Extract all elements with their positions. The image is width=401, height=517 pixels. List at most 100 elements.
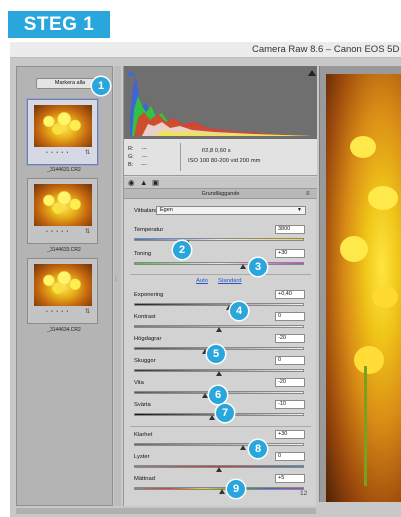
vibrance-slider-handle[interactable] — [216, 467, 222, 472]
temperature-input[interactable]: 3800 — [275, 225, 305, 234]
page-indicator: 12 — [300, 490, 308, 497]
white-balance-select[interactable]: Egen ▼ — [156, 206, 306, 215]
filmstrip-splitter[interactable]: ⁞ — [114, 66, 121, 506]
rating-stars[interactable]: • • • • • — [46, 309, 69, 315]
thumbnail-filename: _3144633.CR2 — [47, 247, 81, 253]
divider — [180, 143, 181, 171]
r-label: R: — [128, 146, 134, 152]
rating-stars[interactable]: • • • • • — [46, 150, 69, 156]
filmstrip-thumbnail[interactable]: • • • • • ⇅ — [27, 178, 98, 244]
histogram — [124, 66, 317, 139]
step-banner: STEG 1 — [8, 11, 110, 38]
flower-shape — [368, 186, 398, 210]
step-badge-6: 6 — [209, 386, 227, 404]
b-label: B: — [128, 162, 134, 168]
section-header: Grundläggande ≡ — [124, 189, 317, 199]
panel-menu-icon[interactable]: ≡ — [306, 189, 310, 199]
filmstrip-thumbnail[interactable]: • • • • • ⇅ — [27, 99, 98, 165]
filmstrip-thumbnail[interactable]: • • • • • ⇅ — [27, 258, 98, 324]
g-label: G: — [128, 154, 134, 160]
flower-shape — [340, 236, 368, 262]
shadows-slider-handle[interactable] — [216, 371, 222, 376]
chevron-down-icon: ▼ — [297, 207, 302, 213]
shadow-clipping-warning-icon[interactable] — [127, 70, 135, 76]
filmstrip: Markera alla • • • • • ⇅ _3144631.CR2 • … — [16, 66, 113, 506]
tone-curve-tab-icon[interactable]: ▲ — [140, 178, 147, 187]
adjustment-panel: R: --- G: --- B: --- f/2,8 0,60 s ISO 100 8… — [123, 66, 317, 506]
contrast-label: Kontrast — [134, 314, 156, 320]
thumbnail-image — [34, 184, 92, 226]
divider — [130, 426, 311, 427]
adjusted-icon: ⇅ — [85, 309, 91, 315]
contrast-slider-handle[interactable] — [216, 327, 222, 332]
window-title: Camera Raw 8.6 – Canon EOS 5D — [252, 44, 400, 55]
tint-slider-handle[interactable] — [239, 264, 246, 269]
panel-tabs: ◉ ▲ ▣ — [124, 177, 317, 189]
whites-input[interactable]: -20 — [275, 378, 305, 387]
clarity-slider-handle[interactable] — [239, 445, 246, 450]
contrast-input[interactable]: 0 — [275, 312, 305, 321]
adjusted-icon: ⇅ — [85, 150, 91, 156]
step-badge-7: 7 — [216, 404, 234, 422]
shadows-input[interactable]: 0 — [275, 356, 305, 365]
vibrance-label: Lyster — [134, 454, 150, 460]
histogram-graph — [130, 76, 312, 136]
exposure-slider-track[interactable] — [134, 303, 304, 306]
flower-stem — [364, 366, 367, 486]
white-balance-value: Egen — [160, 207, 173, 213]
saturation-label: Mättnad — [134, 476, 155, 482]
vibrance-input[interactable]: 0 — [275, 452, 305, 461]
highlights-input[interactable]: -20 — [275, 334, 305, 343]
section-title: Grundläggande — [201, 191, 240, 197]
whites-label: Vita — [134, 380, 144, 386]
clarity-input[interactable]: +30 — [275, 430, 305, 439]
temperature-slider-track[interactable] — [134, 238, 304, 241]
whites-slider-handle[interactable] — [202, 393, 209, 398]
detail-tab-icon[interactable]: ▣ — [152, 178, 159, 187]
temperature-label: Temperatur — [134, 227, 164, 233]
flower-shape — [372, 286, 398, 308]
highlights-label: Högdagrar — [134, 336, 162, 342]
blacks-input[interactable]: -10 — [275, 400, 305, 409]
saturation-slider-handle[interactable] — [219, 489, 226, 494]
g-value: --- — [141, 154, 148, 160]
blacks-label: Svärta — [134, 402, 151, 408]
tint-label: Toning — [134, 251, 152, 257]
divider — [130, 274, 311, 275]
auto-link[interactable]: Auto — [196, 278, 208, 284]
image-preview[interactable] — [319, 66, 401, 502]
step-badge-8: 8 — [249, 440, 267, 458]
step-badge-3: 3 — [249, 258, 267, 276]
clarity-label: Klarhet — [134, 432, 153, 438]
rating-stars[interactable]: • • • • • — [46, 229, 69, 235]
step-badge-9: 9 — [227, 480, 245, 498]
step-badge-1: 1 — [92, 77, 110, 95]
flower-shape — [350, 136, 376, 158]
bottom-toolbar — [16, 508, 316, 514]
drag-handle-icon: ⁞ — [115, 276, 117, 283]
tint-slider-track[interactable] — [134, 262, 304, 265]
thumbnail-image — [34, 105, 92, 147]
saturation-input[interactable]: +5 — [275, 474, 305, 483]
clarity-slider-track[interactable] — [134, 443, 304, 446]
aperture-shutter: f/2,8 0,60 s — [202, 148, 231, 154]
tint-input[interactable]: +30 — [275, 249, 305, 258]
adjusted-icon: ⇅ — [85, 229, 91, 235]
step-badge-5: 5 — [207, 345, 225, 363]
thumbnail-image — [34, 264, 92, 306]
window-titlebar: Camera Raw 8.6 – Canon EOS 5D — [10, 42, 401, 58]
basic-tab-icon[interactable]: ◉ — [128, 178, 135, 187]
blacks-slider-handle[interactable] — [209, 415, 216, 420]
exposure-label: Exponering — [134, 292, 164, 298]
iso-lens: ISO 100 80-200 vid 200 mm — [188, 158, 261, 164]
step-badge-2: 2 — [173, 241, 191, 259]
standard-link[interactable]: Standard — [218, 278, 242, 284]
rgb-readout: R: --- G: --- B: --- — [128, 145, 147, 169]
step-badge-4: 4 — [230, 302, 248, 320]
r-value: --- — [141, 146, 148, 152]
thumbnail-filename: _3144631.CR2 — [47, 167, 81, 173]
exposure-input[interactable]: +0,40 — [275, 290, 305, 299]
highlight-clipping-warning-icon[interactable] — [308, 70, 316, 76]
camera-info: R: --- G: --- B: --- f/2,8 0,60 s ISO 100 8… — [124, 139, 317, 176]
flower-shape — [354, 346, 384, 374]
